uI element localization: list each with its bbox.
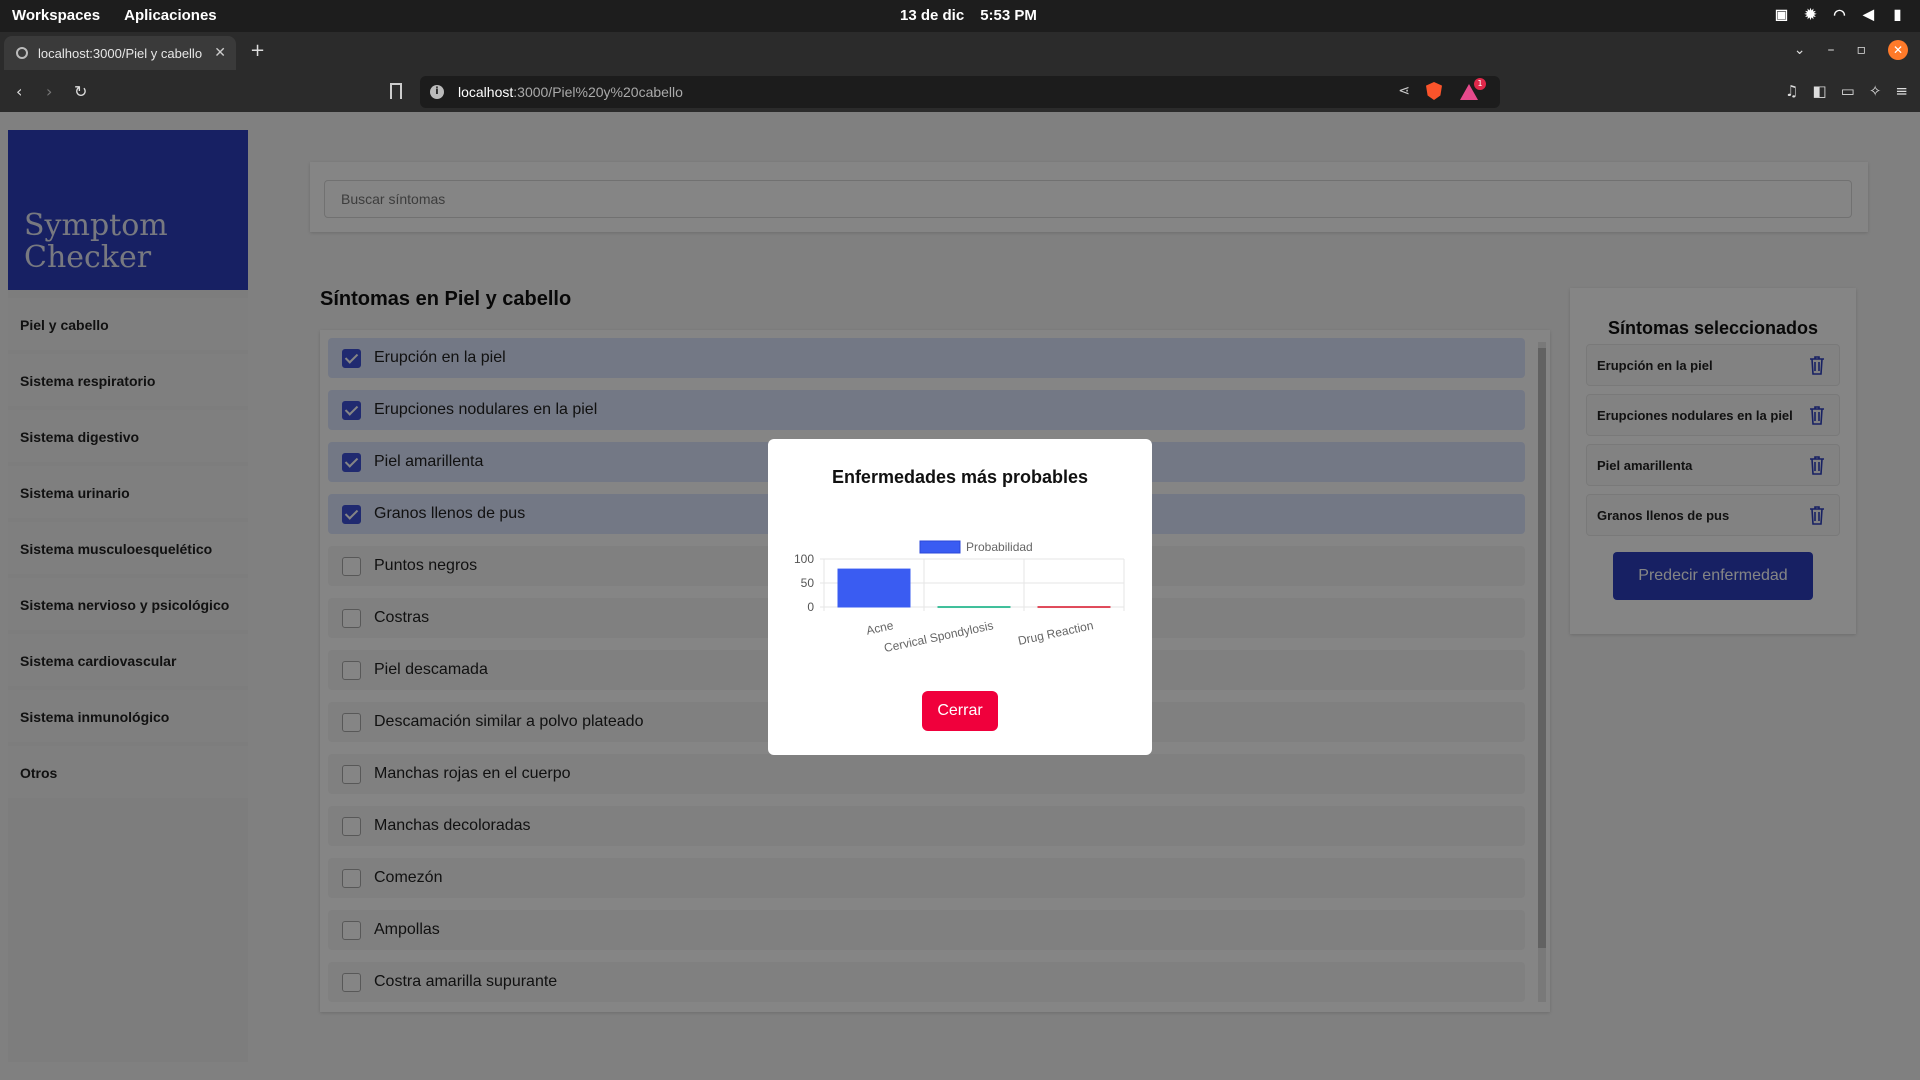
brightness-icon[interactable]: ✹ [1802, 6, 1819, 23]
bookmark-icon[interactable] [390, 83, 402, 99]
workspaces-menu[interactable]: Workspaces [12, 7, 100, 24]
back-icon[interactable]: ‹ [16, 82, 22, 101]
time-label: 5:53 PM [980, 7, 1037, 24]
bar [1037, 606, 1111, 609]
os-top-bar: Workspaces Aplicaciones 13 de dic 5:53 P… [0, 0, 1920, 32]
x-tick-label: Drug Reaction [1017, 618, 1095, 648]
x-tick-label: Acne [865, 618, 895, 637]
browser-tab[interactable]: localhost:3000/Piel y cabello ✕ [4, 36, 236, 70]
rewards-badge: 1 [1474, 78, 1486, 90]
wifi-icon[interactable]: ◠ [1831, 6, 1848, 23]
new-tab-icon[interactable]: + [250, 40, 265, 61]
legend-swatch [919, 540, 961, 554]
forward-icon[interactable]: › [46, 82, 52, 101]
bar [837, 568, 911, 608]
reload-icon[interactable]: ↻ [74, 82, 87, 101]
modal-title: Enfermedades más probables [831, 467, 1089, 487]
window-close-icon[interactable]: ✕ [1888, 40, 1908, 60]
probability-chart: Probabilidad 0 50 100 AcneCervical Spondylos… [794, 540, 1125, 655]
date-label: 13 de dic [900, 7, 965, 24]
maximize-icon[interactable]: ▫ [1857, 42, 1867, 58]
wallet-icon[interactable]: ▭ [1841, 82, 1855, 100]
tab-list-chevron-icon[interactable]: ⌄ [1794, 42, 1806, 58]
results-modal: Enfermedades más probables Probabilidad 0… [768, 439, 1152, 755]
menu-icon[interactable]: ≡ [1895, 82, 1908, 100]
brave-shields-icon[interactable] [1426, 82, 1442, 100]
globe-icon [16, 47, 28, 59]
url-text[interactable]: localhost:3000/Piel%20y%20cabello [458, 84, 683, 100]
browser-tab-bar: localhost:3000/Piel y cabello ✕ + ⌄ – ▫ … [0, 32, 1920, 72]
close-tab-icon[interactable]: ✕ [214, 44, 226, 61]
address-bar[interactable]: i localhost:3000/Piel%20y%20cabello ⋖ 1 [420, 76, 1500, 108]
sidebar-toggle-icon[interactable]: ◧ [1812, 82, 1826, 100]
bar [937, 606, 1011, 609]
media-icon[interactable]: ♫ [1785, 82, 1798, 100]
minimize-icon[interactable]: – [1828, 42, 1835, 58]
browser-nav-bar: ‹ › ↻ i localhost:3000/Piel%20y%20cabell… [0, 72, 1920, 112]
display-icon[interactable]: ▣ [1773, 6, 1790, 23]
battery-icon[interactable]: ▮ [1889, 6, 1906, 23]
y-tick-label: 0 [807, 600, 814, 614]
tab-title: localhost:3000/Piel y cabello [38, 46, 203, 61]
apps-menu[interactable]: Aplicaciones [124, 7, 217, 24]
y-tick-label: 100 [794, 552, 814, 566]
share-icon[interactable]: ⋖ [1398, 83, 1410, 99]
x-tick-label: Cervical Spondylosis [883, 618, 995, 655]
y-tick-label: 50 [801, 576, 815, 590]
volume-icon[interactable]: ◀ [1860, 6, 1877, 23]
site-info-icon[interactable]: i [430, 85, 444, 99]
leo-ai-icon[interactable]: ✧ [1869, 82, 1882, 100]
close-modal-button[interactable]: Cerrar [922, 691, 998, 731]
legend-label: Probabilidad [966, 540, 1033, 554]
clock[interactable]: 13 de dic 5:53 PM [900, 7, 1037, 24]
